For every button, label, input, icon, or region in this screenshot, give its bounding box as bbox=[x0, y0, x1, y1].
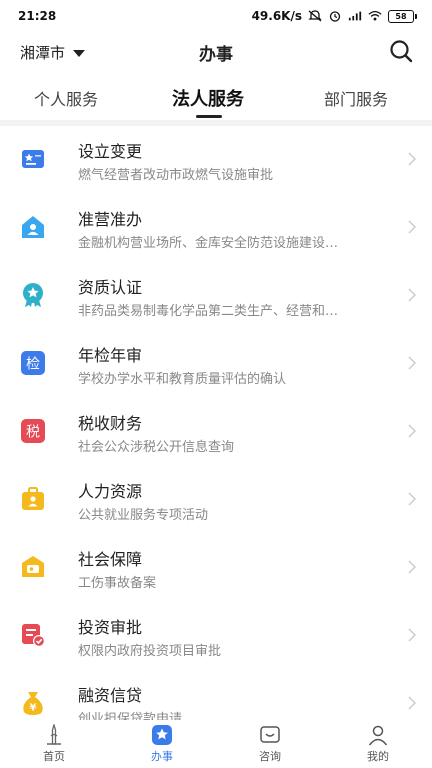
chevron-right-icon bbox=[408, 628, 416, 642]
chevron-right-icon bbox=[408, 356, 416, 370]
tab-department-services[interactable]: 部门服务 bbox=[324, 86, 388, 110]
shield-card-icon bbox=[22, 556, 44, 577]
person-icon bbox=[368, 725, 388, 746]
chat-icon bbox=[260, 726, 280, 743]
nav-label: 我的 bbox=[367, 750, 389, 763]
item-title: 税收财务 bbox=[78, 414, 143, 433]
network-speed: 49.6K/s bbox=[251, 9, 302, 23]
nav-services[interactable]: 办事 bbox=[108, 720, 216, 768]
nav-label: 咨询 bbox=[259, 750, 281, 763]
item-title: 资质认证 bbox=[78, 278, 143, 297]
list-item[interactable]: 设立变更 燃气经营者改动市政燃气设施审批 bbox=[0, 126, 432, 194]
house-person-icon bbox=[22, 216, 44, 238]
star-tab-icon bbox=[152, 725, 172, 745]
tax-icon: 税 bbox=[21, 419, 45, 443]
list-item[interactable]: 投资审批 权限内政府投资项目审批 bbox=[0, 602, 432, 670]
nav-label: 首页 bbox=[43, 750, 65, 763]
header: 湘潭市 办事 bbox=[0, 34, 432, 70]
nav-label: 办事 bbox=[151, 750, 173, 763]
star-id-card-icon bbox=[22, 150, 44, 168]
svg-text:¥: ¥ bbox=[30, 703, 37, 714]
svg-text:检: 检 bbox=[26, 357, 40, 373]
nav-consult[interactable]: 咨询 bbox=[216, 720, 324, 768]
chevron-right-icon bbox=[408, 696, 416, 710]
money-bag-icon: ¥ bbox=[23, 692, 43, 715]
chevron-right-icon bbox=[408, 560, 416, 574]
item-subtitle: 非药品类易制毒化学品第二类生产、经营和… bbox=[78, 304, 339, 319]
list-item[interactable]: 资质认证 非药品类易制毒化学品第二类生产、经营和… bbox=[0, 262, 432, 330]
status-time: 21:28 bbox=[18, 9, 57, 23]
item-title: 准营准办 bbox=[78, 210, 143, 229]
svg-text:税: 税 bbox=[26, 425, 40, 441]
item-title: 人力资源 bbox=[78, 482, 143, 501]
status-bar: 21:28 49.6K/s 58 bbox=[0, 0, 432, 32]
chevron-right-icon bbox=[408, 152, 416, 166]
tab-bar: 个人服务 法人服务 部门服务 bbox=[0, 80, 432, 122]
item-subtitle: 社会公众涉税公开信息查询 bbox=[78, 440, 235, 455]
item-title: 投资审批 bbox=[78, 618, 143, 637]
item-title: 年检年审 bbox=[78, 346, 143, 365]
nav-mine[interactable]: 我的 bbox=[324, 720, 432, 768]
list-item[interactable]: 人力资源 公共就业服务专项活动 bbox=[0, 466, 432, 534]
signal-icon bbox=[348, 11, 362, 21]
status-right: 49.6K/s 58 bbox=[251, 9, 417, 23]
caret-down-icon bbox=[73, 49, 86, 57]
chevron-right-icon bbox=[408, 424, 416, 438]
document-check-icon bbox=[22, 624, 45, 647]
list-item[interactable]: 检 年检年审 学校办学水平和教育质量评估的确认 bbox=[0, 330, 432, 398]
inspection-icon: 检 bbox=[21, 351, 45, 375]
list-item[interactable]: 社会保障 工伤事故备案 bbox=[0, 534, 432, 602]
item-subtitle: 工伤事故备案 bbox=[78, 576, 157, 591]
award-badge-icon bbox=[23, 283, 43, 307]
list-item[interactable]: 税 税收财务 社会公众涉税公开信息查询 bbox=[0, 398, 432, 466]
item-subtitle: 权限内政府投资项目审批 bbox=[78, 644, 222, 659]
city-label: 湘潭市 bbox=[20, 44, 66, 62]
chevron-right-icon bbox=[408, 492, 416, 506]
city-selector[interactable]: 湘潭市 bbox=[20, 42, 86, 63]
bottom-nav: 首页 办事 咨询 我的 bbox=[0, 720, 432, 768]
home-pagoda-icon bbox=[47, 724, 61, 745]
search-icon[interactable] bbox=[388, 38, 414, 64]
item-subtitle: 学校办学水平和教育质量评估的确认 bbox=[78, 372, 287, 387]
item-subtitle: 金融机构营业场所、金库安全防范设施建设… bbox=[78, 236, 339, 251]
alarm-icon bbox=[329, 11, 341, 22]
chevron-right-icon bbox=[408, 220, 416, 234]
item-subtitle: 燃气经营者改动市政燃气设施审批 bbox=[78, 168, 274, 183]
tab-personal-services[interactable]: 个人服务 bbox=[34, 86, 98, 110]
active-tab-indicator bbox=[196, 115, 222, 118]
item-title: 融资信贷 bbox=[78, 686, 143, 705]
list-item[interactable]: 准营准办 金融机构营业场所、金库安全防范设施建设… bbox=[0, 194, 432, 262]
mute-icon bbox=[308, 10, 322, 22]
chevron-right-icon bbox=[408, 288, 416, 302]
battery-icon: 58 bbox=[388, 9, 417, 23]
nav-home[interactable]: 首页 bbox=[0, 720, 108, 768]
item-title: 社会保障 bbox=[78, 550, 143, 569]
item-title: 设立变更 bbox=[78, 142, 143, 161]
wifi-icon bbox=[368, 10, 382, 21]
item-subtitle: 公共就业服务专项活动 bbox=[78, 508, 209, 523]
tab-legal-entity-services[interactable]: 法人服务 bbox=[172, 85, 244, 111]
briefcase-person-icon bbox=[22, 487, 44, 510]
